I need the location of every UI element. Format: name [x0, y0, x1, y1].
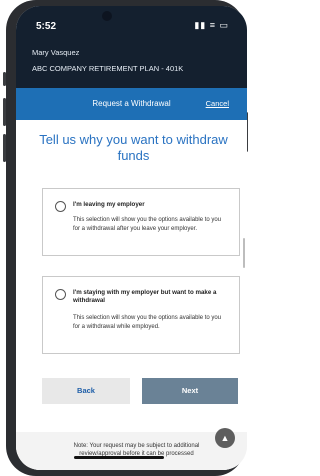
volume-up-button: [3, 98, 6, 126]
mute-switch: [3, 72, 6, 86]
radio-button[interactable]: [55, 201, 66, 212]
note-banner: Note: Your request may be subject to add…: [16, 432, 247, 470]
next-button[interactable]: Next: [142, 378, 238, 404]
title-bar: Request a Withdrawal Cancel: [16, 88, 247, 120]
screen: 5:52 ▮▮ ≡ ▭ Mary Vasquez ABC COMPANY RET…: [16, 6, 247, 470]
camera-dot: [102, 11, 112, 21]
account-name: Mary Vasquez: [32, 48, 80, 57]
scroll-up-icon[interactable]: ▲: [215, 428, 235, 448]
option-description: This selection will show you the options…: [73, 315, 222, 330]
phone-frame: 5:52 ▮▮ ≡ ▭ Mary Vasquez ABC COMPANY RET…: [3, 0, 248, 476]
home-indicator[interactable]: [74, 456, 164, 459]
button-row: Back Next: [42, 378, 238, 404]
option-title: I'm staying with my employer but want to…: [73, 289, 217, 304]
volume-down-button: [3, 134, 6, 162]
status-time: 5:52: [36, 21, 57, 32]
cancel-link[interactable]: Cancel: [206, 99, 229, 108]
status-bar: 5:52 ▮▮ ≡ ▭: [16, 6, 247, 40]
radio-button[interactable]: [55, 289, 66, 300]
plan-name: ABC COMPANY RETIREMENT PLAN - 401K: [32, 64, 184, 73]
option-title: I'm leaving my employer: [73, 201, 145, 208]
main-content: Tell us why you want to withdraw funds I…: [16, 120, 247, 470]
option-description: This selection will show you the options…: [73, 217, 222, 232]
account-header: Mary Vasquez ABC COMPANY RETIREMENT PLAN…: [16, 40, 247, 88]
scrollbar[interactable]: [243, 238, 245, 268]
option-leaving-employer[interactable]: I'm leaving my employer This selection w…: [42, 188, 240, 256]
status-icons: ▮▮ ≡ ▭: [194, 20, 229, 30]
question-heading: Tell us why you want to withdraw funds: [39, 132, 228, 163]
option-staying-employer[interactable]: I'm staying with my employer but want to…: [42, 276, 240, 354]
back-button[interactable]: Back: [42, 378, 130, 404]
